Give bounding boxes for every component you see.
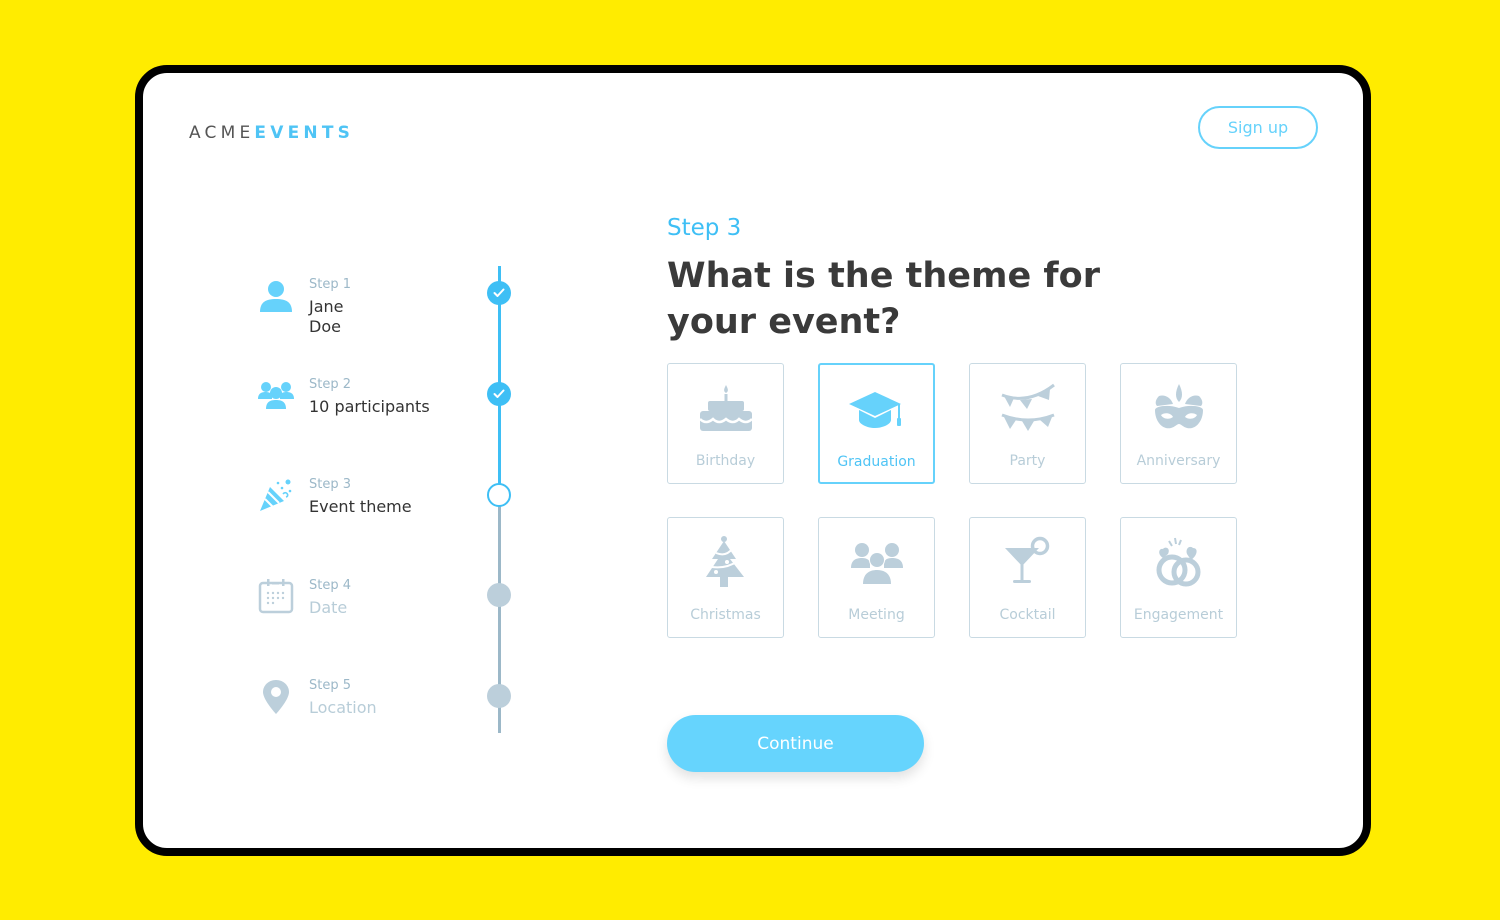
check-icon <box>493 389 505 398</box>
step-label: Step 1 <box>309 277 352 292</box>
theme-label: Anniversary <box>1136 453 1221 469</box>
page-title: What is the theme for your event? <box>667 256 1100 342</box>
theme-label: Engagement <box>1133 607 1224 623</box>
theme-tile-birthday[interactable]: Birthday <box>667 363 784 484</box>
step-value: Jane Doe <box>309 297 344 337</box>
theme-tile-party[interactable]: Party <box>969 363 1086 484</box>
step-value: Location <box>309 698 377 717</box>
step-value-line: Doe <box>309 317 341 336</box>
theme-tile-christmas[interactable]: Christmas <box>667 517 784 638</box>
group-icon <box>850 543 903 584</box>
party-popper-icon <box>260 479 292 511</box>
step-value-line: Jane <box>309 297 344 316</box>
theme-label: Graduation <box>837 454 916 470</box>
calendar-icon <box>258 579 294 614</box>
person-icon <box>260 281 292 312</box>
bunting-icon <box>1000 383 1055 431</box>
step-label: Step 5 <box>309 678 352 693</box>
rings-icon <box>1156 537 1200 587</box>
step-label: Step 3 <box>309 477 352 492</box>
step-3-current-dot[interactable] <box>487 483 511 507</box>
christmas-tree-icon <box>705 536 744 587</box>
mask-icon <box>1154 384 1203 429</box>
check-icon <box>493 288 505 297</box>
graduation-cap-icon <box>848 392 901 428</box>
theme-tile-anniversary[interactable]: Anniversary <box>1120 363 1237 484</box>
step-2-check-dot[interactable] <box>487 382 511 406</box>
step-value: 10 participants <box>309 397 430 416</box>
logo[interactable]: ACMEEVENTS <box>189 123 354 143</box>
step-label: Step 4 <box>309 578 352 593</box>
theme-tile-engagement[interactable]: Engagement <box>1120 517 1237 638</box>
theme-label: Party <box>1009 453 1046 469</box>
theme-tile-cocktail[interactable]: Cocktail <box>969 517 1086 638</box>
cocktail-icon <box>1004 536 1049 583</box>
theme-label: Christmas <box>690 607 761 623</box>
group-icon <box>258 382 294 409</box>
app-window: ACMEEVENTS Sign up Step 1 Jane Doe Step … <box>135 65 1371 856</box>
step-value: Date <box>309 598 348 617</box>
step-label: Step 2 <box>309 377 352 392</box>
step-value: Event theme <box>309 497 412 516</box>
sign-up-button[interactable]: Sign up <box>1198 106 1318 149</box>
logo-events: EVENTS <box>254 123 355 143</box>
step-kicker: Step 3 <box>667 215 742 241</box>
theme-label: Birthday <box>695 453 756 469</box>
logo-acme: ACME <box>189 123 255 143</box>
cake-icon <box>698 385 753 431</box>
continue-button[interactable]: Continue <box>667 715 924 772</box>
step-4-dot[interactable] <box>487 583 511 607</box>
theme-tile-graduation[interactable]: Graduation <box>818 363 935 484</box>
theme-label: Meeting <box>848 607 905 623</box>
step-5-dot[interactable] <box>487 684 511 708</box>
theme-tile-meeting[interactable]: Meeting <box>818 517 935 638</box>
theme-label: Cocktail <box>999 607 1056 623</box>
location-pin-icon <box>263 680 289 714</box>
step-1-check-dot[interactable] <box>487 281 511 305</box>
